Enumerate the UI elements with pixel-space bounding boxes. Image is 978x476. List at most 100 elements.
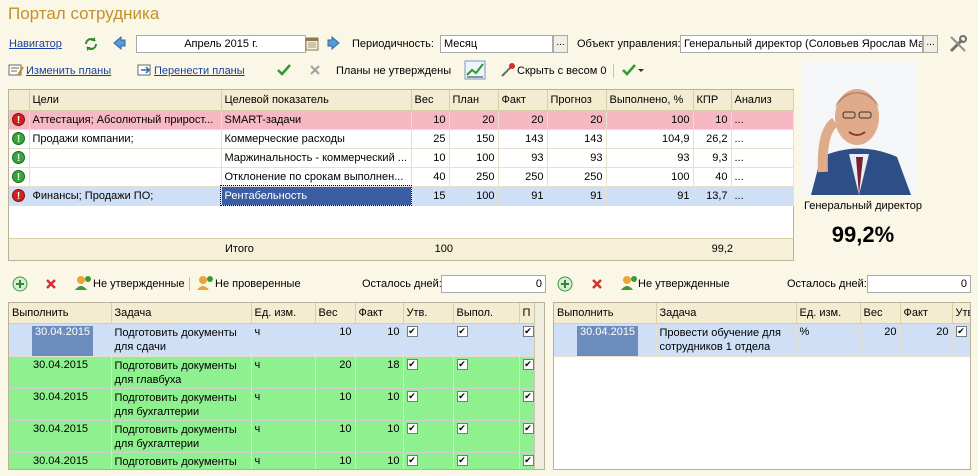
analysis-cell[interactable]: ...	[731, 167, 794, 187]
approved-checkbox[interactable]: ✔	[955, 326, 967, 338]
extra-checkbox[interactable]: ✔	[522, 423, 533, 435]
not-approved-filter[interactable]: Не утвержденные	[638, 278, 730, 290]
next-period-icon[interactable]	[327, 35, 341, 53]
edit-plans-button[interactable]: Изменить планы	[26, 65, 111, 77]
done-checkbox[interactable]: ✔	[456, 326, 468, 338]
approve-check-icon[interactable]	[276, 62, 292, 81]
table-row[interactable]: 30.04.2015 Подготовить документы для бух…	[9, 420, 535, 453]
move-plans-icon	[137, 63, 153, 80]
column-header[interactable]: Выпол.	[453, 303, 520, 324]
table-row[interactable]: ! Аттестация; Абсолютный прирост... SMAR…	[9, 110, 794, 130]
extra-checkbox[interactable]: ✔	[522, 326, 533, 338]
done-cell: 104,9	[606, 129, 694, 149]
approved-checkbox[interactable]: ✔	[406, 359, 418, 371]
due-date-cell: 30.04.2015	[9, 420, 112, 453]
plan-cell: 20	[449, 110, 499, 130]
done-checkbox[interactable]: ✔	[456, 455, 468, 467]
column-header[interactable]: Выполнить	[9, 303, 112, 324]
column-header[interactable]: Прогноз	[547, 90, 607, 111]
table-row-selected[interactable]: ! Финансы; Продажи ПО; Рентабельность 15…	[9, 185, 794, 206]
column-header[interactable]: Ед. изм.	[796, 303, 861, 324]
object-field[interactable]: Генеральный директор (Соловьев Ярослав М…	[680, 35, 923, 53]
chart-icon[interactable]	[464, 60, 486, 83]
extra-checkbox[interactable]: ✔	[522, 359, 533, 371]
column-header[interactable]: Вес	[315, 303, 356, 324]
due-date-cell[interactable]: 30.04.2015	[32, 325, 94, 355]
column-header[interactable]: Задача	[656, 303, 797, 324]
days-left-field[interactable]: 0	[441, 275, 546, 293]
analysis-cell[interactable]: ...	[731, 129, 794, 149]
weight-cell: 10	[315, 452, 356, 469]
table-row[interactable]: 30.04.2015 Подготовить документы для бух…	[9, 388, 535, 421]
table-row[interactable]: ! Продажи компании; Коммерческие расходы…	[9, 129, 794, 149]
navigator-link[interactable]: Навигатор	[9, 38, 62, 50]
column-header[interactable]: КПР	[693, 90, 732, 111]
analysis-cell[interactable]: ...	[731, 110, 794, 130]
due-date-cell: 30.04.2015	[9, 452, 112, 469]
analysis-cell[interactable]: ...	[731, 148, 794, 168]
column-header[interactable]: План	[449, 90, 499, 111]
table-row[interactable]: 30.04.2015 Подготовить документы ч 10 10…	[9, 452, 535, 469]
add-icon[interactable]	[557, 276, 573, 295]
approved-checkbox[interactable]: ✔	[406, 423, 418, 435]
column-header[interactable]: Цели	[29, 90, 222, 111]
object-choose-button[interactable]: ...	[923, 35, 938, 53]
analysis-cell[interactable]: ...	[731, 186, 794, 206]
hide-weight-toggle[interactable]: Скрыть с весом 0	[517, 65, 606, 77]
table-row-selected[interactable]: 30.04.2015 Провести обучение для сотрудн…	[554, 323, 970, 357]
calendar-icon[interactable]	[305, 35, 320, 56]
done-cell: 100	[606, 167, 694, 187]
indicator-cell[interactable]: Рентабельность	[220, 185, 412, 206]
extra-checkbox[interactable]: ✔	[522, 455, 533, 467]
warning-status-icon: !	[12, 113, 25, 126]
table-row-selected[interactable]: 30.04.2015 Подготовить документы для сда…	[9, 323, 535, 357]
reject-cross-icon[interactable]	[308, 63, 322, 80]
table-row[interactable]: ! Отклонение по срокам выполнен... 40 25…	[9, 167, 794, 187]
table-row[interactable]: ! Маржинальность - коммерческий ... 10 1…	[9, 148, 794, 168]
column-header[interactable]: Утв.	[403, 303, 454, 324]
period-field[interactable]: Апрель 2015 г.	[136, 35, 306, 53]
column-header[interactable]: Выполнить	[554, 303, 657, 324]
due-date-cell[interactable]: 30.04.2015	[577, 325, 639, 355]
periodicity-choose-button[interactable]: ...	[553, 35, 568, 53]
move-plans-button[interactable]: Перенести планы	[154, 65, 245, 77]
delete-icon[interactable]	[590, 277, 604, 294]
vertical-scrollbar[interactable]	[534, 303, 544, 469]
table-row[interactable]: 30.04.2015 Подготовить документы для гла…	[9, 356, 535, 389]
column-header[interactable]: Анализ	[731, 90, 794, 111]
column-header[interactable]: Вес	[411, 90, 450, 111]
not-checked-filter[interactable]: Не проверенные	[215, 278, 301, 290]
column-header[interactable]: Ед. изм.	[251, 303, 316, 324]
not-approved-filter[interactable]: Не утвержденные	[93, 278, 185, 290]
fact-cell: 10	[355, 323, 404, 357]
add-icon[interactable]	[12, 276, 28, 295]
refresh-icon[interactable]	[82, 35, 100, 56]
approved-checkbox[interactable]: ✔	[406, 455, 418, 467]
column-header[interactable]: Целевой показатель	[221, 90, 412, 111]
column-header[interactable]: Задача	[111, 303, 252, 324]
forecast-cell: 20	[547, 110, 607, 130]
plan-cell: 150	[449, 129, 499, 149]
edit-plans-icon	[8, 63, 24, 80]
column-header[interactable]: Факт	[498, 90, 548, 111]
check-dropdown-icon[interactable]	[621, 62, 645, 81]
column-header[interactable]: Факт	[900, 303, 953, 324]
column-header[interactable]: Выполнено, %	[606, 90, 694, 111]
settings-tools-icon[interactable]	[948, 34, 968, 57]
column-header[interactable]: Факт	[355, 303, 404, 324]
extra-checkbox[interactable]: ✔	[522, 391, 533, 403]
column-header[interactable]: П	[519, 303, 535, 324]
total-label: Итого	[225, 243, 254, 255]
days-left-field[interactable]: 0	[867, 275, 971, 293]
column-header[interactable]: Утв	[952, 303, 970, 324]
done-checkbox[interactable]: ✔	[456, 359, 468, 371]
prev-period-icon[interactable]	[112, 35, 126, 53]
done-checkbox[interactable]: ✔	[456, 423, 468, 435]
approved-checkbox[interactable]: ✔	[406, 391, 418, 403]
done-checkbox[interactable]: ✔	[456, 391, 468, 403]
fact-cell: 20	[900, 323, 953, 357]
approved-checkbox[interactable]: ✔	[406, 326, 418, 338]
delete-icon[interactable]	[44, 277, 58, 294]
periodicity-select[interactable]: Месяц	[440, 35, 553, 53]
column-header[interactable]: Вес	[860, 303, 901, 324]
